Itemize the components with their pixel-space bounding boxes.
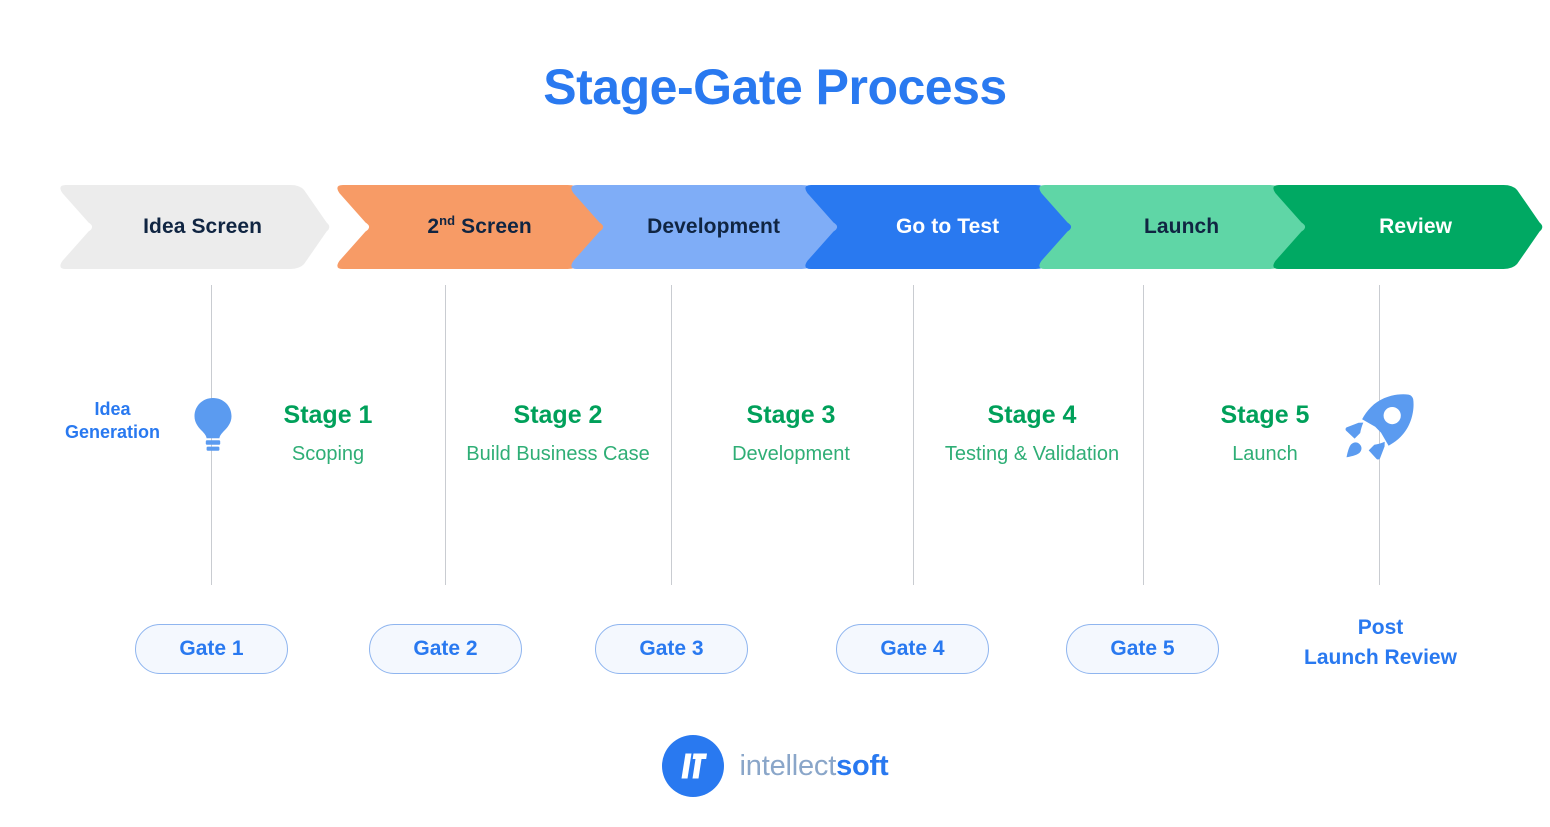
stage-title: Stage 4: [987, 401, 1077, 429]
logo-wordmark: intellectsoft: [740, 750, 889, 783]
chevron-label: Development: [647, 215, 781, 238]
stage-title: Stage 3: [746, 401, 836, 429]
chevron-label: Review: [1379, 215, 1453, 238]
idea-generation-line1: Idea: [94, 399, 131, 419]
page-title: Stage-Gate Process: [543, 59, 1007, 115]
intellectsoft-logo-mark: [661, 735, 724, 797]
post-launch-line1: Post: [1357, 616, 1404, 639]
gate-button-1[interactable]: Gate 1: [135, 624, 288, 674]
chevron-label: 2nd Screen: [427, 213, 532, 238]
brand-logo: intellectsoft: [0, 735, 1550, 797]
stage-block-3: Stage 3 Development: [676, 400, 906, 468]
chevron-label: Go to Test: [895, 215, 1000, 238]
stage-description: Build Business Case: [466, 443, 650, 465]
logo-text-bold: soft: [836, 749, 889, 782]
idea-generation-label: Idea Generation: [30, 398, 195, 443]
stage-description: Scoping: [291, 443, 365, 465]
infographic-page: Stage-Gate Process Idea Screen 2nd Screen…: [0, 0, 1550, 827]
logo-text-light: intellect: [739, 749, 837, 782]
stage-title: Stage 1: [283, 401, 373, 429]
post-launch-line2: Launch Review: [1304, 645, 1457, 669]
gate-button-4[interactable]: Gate 4: [836, 624, 989, 674]
stage-description: Testing & Validation: [944, 443, 1120, 465]
chevron-label: Launch: [1143, 215, 1220, 238]
post-launch-review-label: Post Launch Review: [1258, 613, 1503, 673]
stage-title: Stage 2: [513, 401, 603, 429]
stage-description: Development: [732, 443, 850, 465]
gate-button-2[interactable]: Gate 2: [369, 624, 522, 674]
chevron-label: Idea Screen: [143, 215, 263, 238]
divider-line-4: [913, 285, 914, 585]
gate-button-3[interactable]: Gate 3: [595, 624, 748, 674]
gate-button-5[interactable]: Gate 5: [1066, 624, 1219, 674]
chevron-review[interactable]: Review: [1270, 185, 1545, 269]
chevron-idea-screen[interactable]: Idea Screen: [57, 185, 332, 269]
stage-block-2: Stage 2 Build Business Case: [443, 400, 673, 468]
stage-block-4: Stage 4 Testing & Validation: [917, 400, 1147, 468]
idea-generation-line2: Generation: [64, 421, 161, 442]
stage-block-1: Stage 1 Scoping: [213, 400, 443, 468]
rocket-icon: [1340, 392, 1416, 468]
stage-chevron-band: Idea Screen 2nd Screen Development Go to Te…: [57, 185, 1543, 269]
